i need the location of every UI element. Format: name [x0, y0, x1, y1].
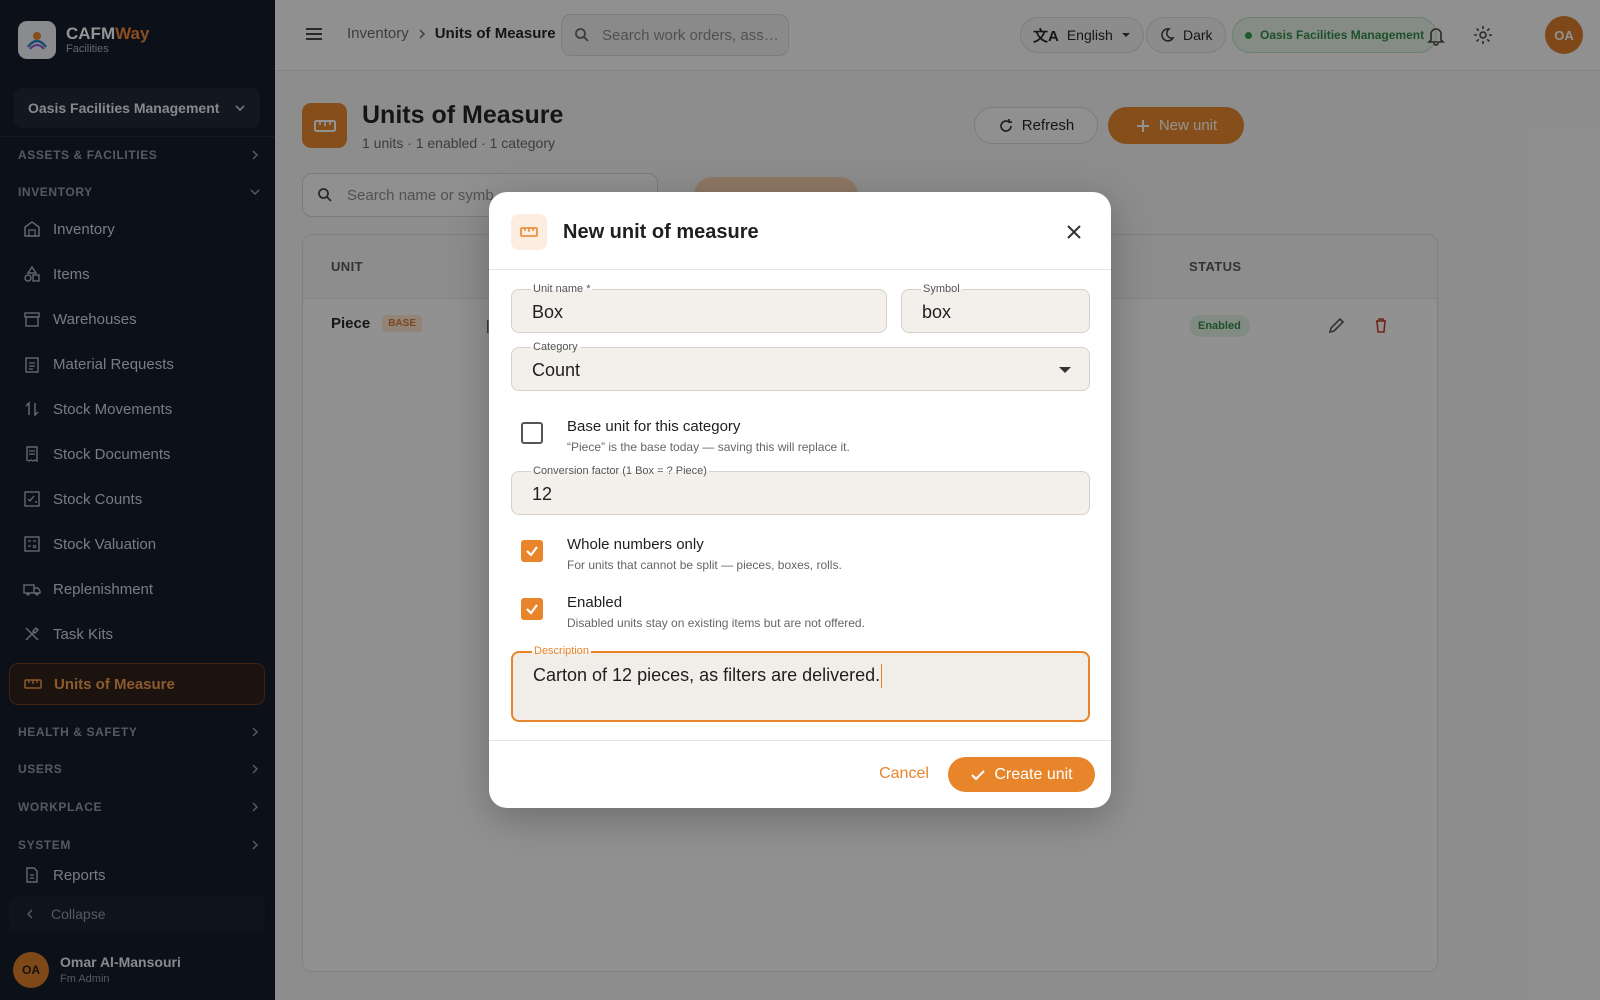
unit-name-field[interactable]: Unit name * Box: [511, 283, 887, 333]
option-label: Whole numbers only: [567, 536, 704, 553]
dialog-header: New unit of measure: [489, 192, 1111, 270]
enabled-checkbox[interactable]: [521, 598, 543, 620]
field-value: Carton of 12 pieces, as filters are deli…: [533, 664, 881, 685]
option-label: Enabled: [567, 594, 623, 611]
text-cursor: [881, 664, 883, 688]
cancel-button[interactable]: Cancel: [871, 756, 937, 792]
description-field[interactable]: Description Carton of 12 pieces, as filt…: [511, 645, 1090, 722]
option-label: Base unit for this category: [567, 418, 741, 435]
caret-down-icon: [1059, 367, 1071, 373]
base-unit-option: Base unit for this category “Piece” is t…: [510, 417, 850, 454]
option-help: Disabled units stay on existing items bu…: [567, 616, 865, 630]
field-value: Box: [532, 302, 564, 322]
base-unit-checkbox[interactable]: [521, 422, 543, 444]
field-label: Description: [532, 645, 592, 657]
check-icon: [526, 546, 538, 557]
divider: [489, 740, 1111, 741]
field-label: Conversion factor (1 Box = ? Piece): [531, 465, 709, 477]
field-label: Symbol: [921, 283, 962, 295]
dialog-title: New unit of measure: [563, 221, 759, 243]
category-select[interactable]: Category Count: [511, 341, 1090, 391]
enabled-option: Enabled Disabled units stay on existing …: [510, 593, 865, 630]
new-unit-dialog: New unit of measure Unit name * Box Symb…: [489, 192, 1111, 808]
conversion-factor-field[interactable]: Conversion factor (1 Box = ? Piece) 12: [511, 465, 1090, 515]
field-value: 12: [532, 484, 553, 504]
check-icon: [526, 604, 538, 615]
whole-numbers-checkbox[interactable]: [521, 540, 543, 562]
option-help: “Piece” is the base today — saving this …: [567, 440, 850, 454]
option-help: For units that cannot be split — pieces,…: [567, 558, 842, 572]
create-unit-button[interactable]: Create unit: [948, 757, 1095, 792]
field-label: Category: [531, 341, 580, 353]
create-unit-label: Create unit: [994, 765, 1073, 783]
field-value: box: [922, 302, 952, 322]
check-icon: [971, 769, 986, 780]
field-label: Unit name *: [531, 283, 593, 295]
close-icon[interactable]: [1064, 222, 1084, 242]
field-value: Count: [532, 360, 581, 380]
symbol-field[interactable]: Symbol box: [901, 283, 1090, 333]
whole-numbers-option: Whole numbers only For units that cannot…: [510, 535, 842, 572]
ruler-icon: [511, 214, 547, 250]
